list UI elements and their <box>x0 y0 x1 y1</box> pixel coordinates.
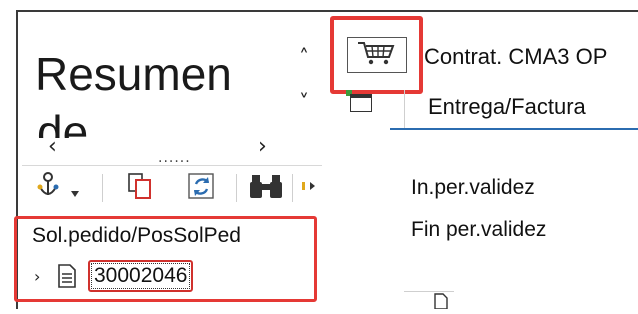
decorative-slash <box>610 218 638 309</box>
refresh-icon <box>186 170 218 206</box>
tree-toolbar <box>22 165 322 210</box>
copy-icon <box>125 171 155 205</box>
window-icon[interactable] <box>350 94 372 112</box>
panel-title-line2: de <box>37 106 89 138</box>
cart-button-highlight[interactable] <box>330 16 423 94</box>
splitter-handle[interactable]: ...... <box>158 150 191 166</box>
toolbar-separator <box>292 174 293 202</box>
expand-arrow-icon[interactable]: › <box>34 267 56 286</box>
copy-button[interactable] <box>120 171 160 205</box>
field-label-validity-end: Fin per.validez <box>411 218 547 241</box>
nav-prev-icon[interactable]: ‹ <box>48 134 57 159</box>
tree-column-header: Sol.pedido/PosSolPed <box>32 224 241 247</box>
flow-icon <box>31 171 81 205</box>
toolbar-separator <box>102 174 103 202</box>
panel-title: Resumen <box>35 48 232 100</box>
more-icon <box>300 176 320 200</box>
find-button[interactable] <box>244 171 288 205</box>
document-icon[interactable] <box>432 292 450 314</box>
shopping-cart-icon <box>355 39 399 72</box>
scroll-up-icon[interactable]: ˄ <box>294 45 314 69</box>
scroll-down-icon[interactable]: ˅ <box>294 90 314 114</box>
field-label-validity-start: In.per.validez <box>411 176 535 199</box>
document-icon <box>56 263 82 289</box>
tab-divider <box>404 90 405 128</box>
tab-strip: Entrega/Factura <box>346 88 638 126</box>
document-flow-button[interactable] <box>30 171 82 205</box>
tab-entrega-factura[interactable]: Entrega/Factura <box>428 94 586 120</box>
purchase-requisition-number[interactable]: 30002046 <box>88 260 194 292</box>
toolbar-separator <box>236 174 237 202</box>
tree-row[interactable]: › 30002046 <box>34 258 234 294</box>
nav-next-icon[interactable]: › <box>258 134 267 159</box>
refresh-button[interactable] <box>172 171 232 205</box>
panel-title-area: Resumen de <box>30 40 310 138</box>
contract-header: Contrat. CMA3 OP <box>424 44 608 69</box>
shopping-cart-button[interactable] <box>346 37 407 73</box>
more-button[interactable] <box>298 171 322 205</box>
binoculars-icon <box>248 171 284 205</box>
